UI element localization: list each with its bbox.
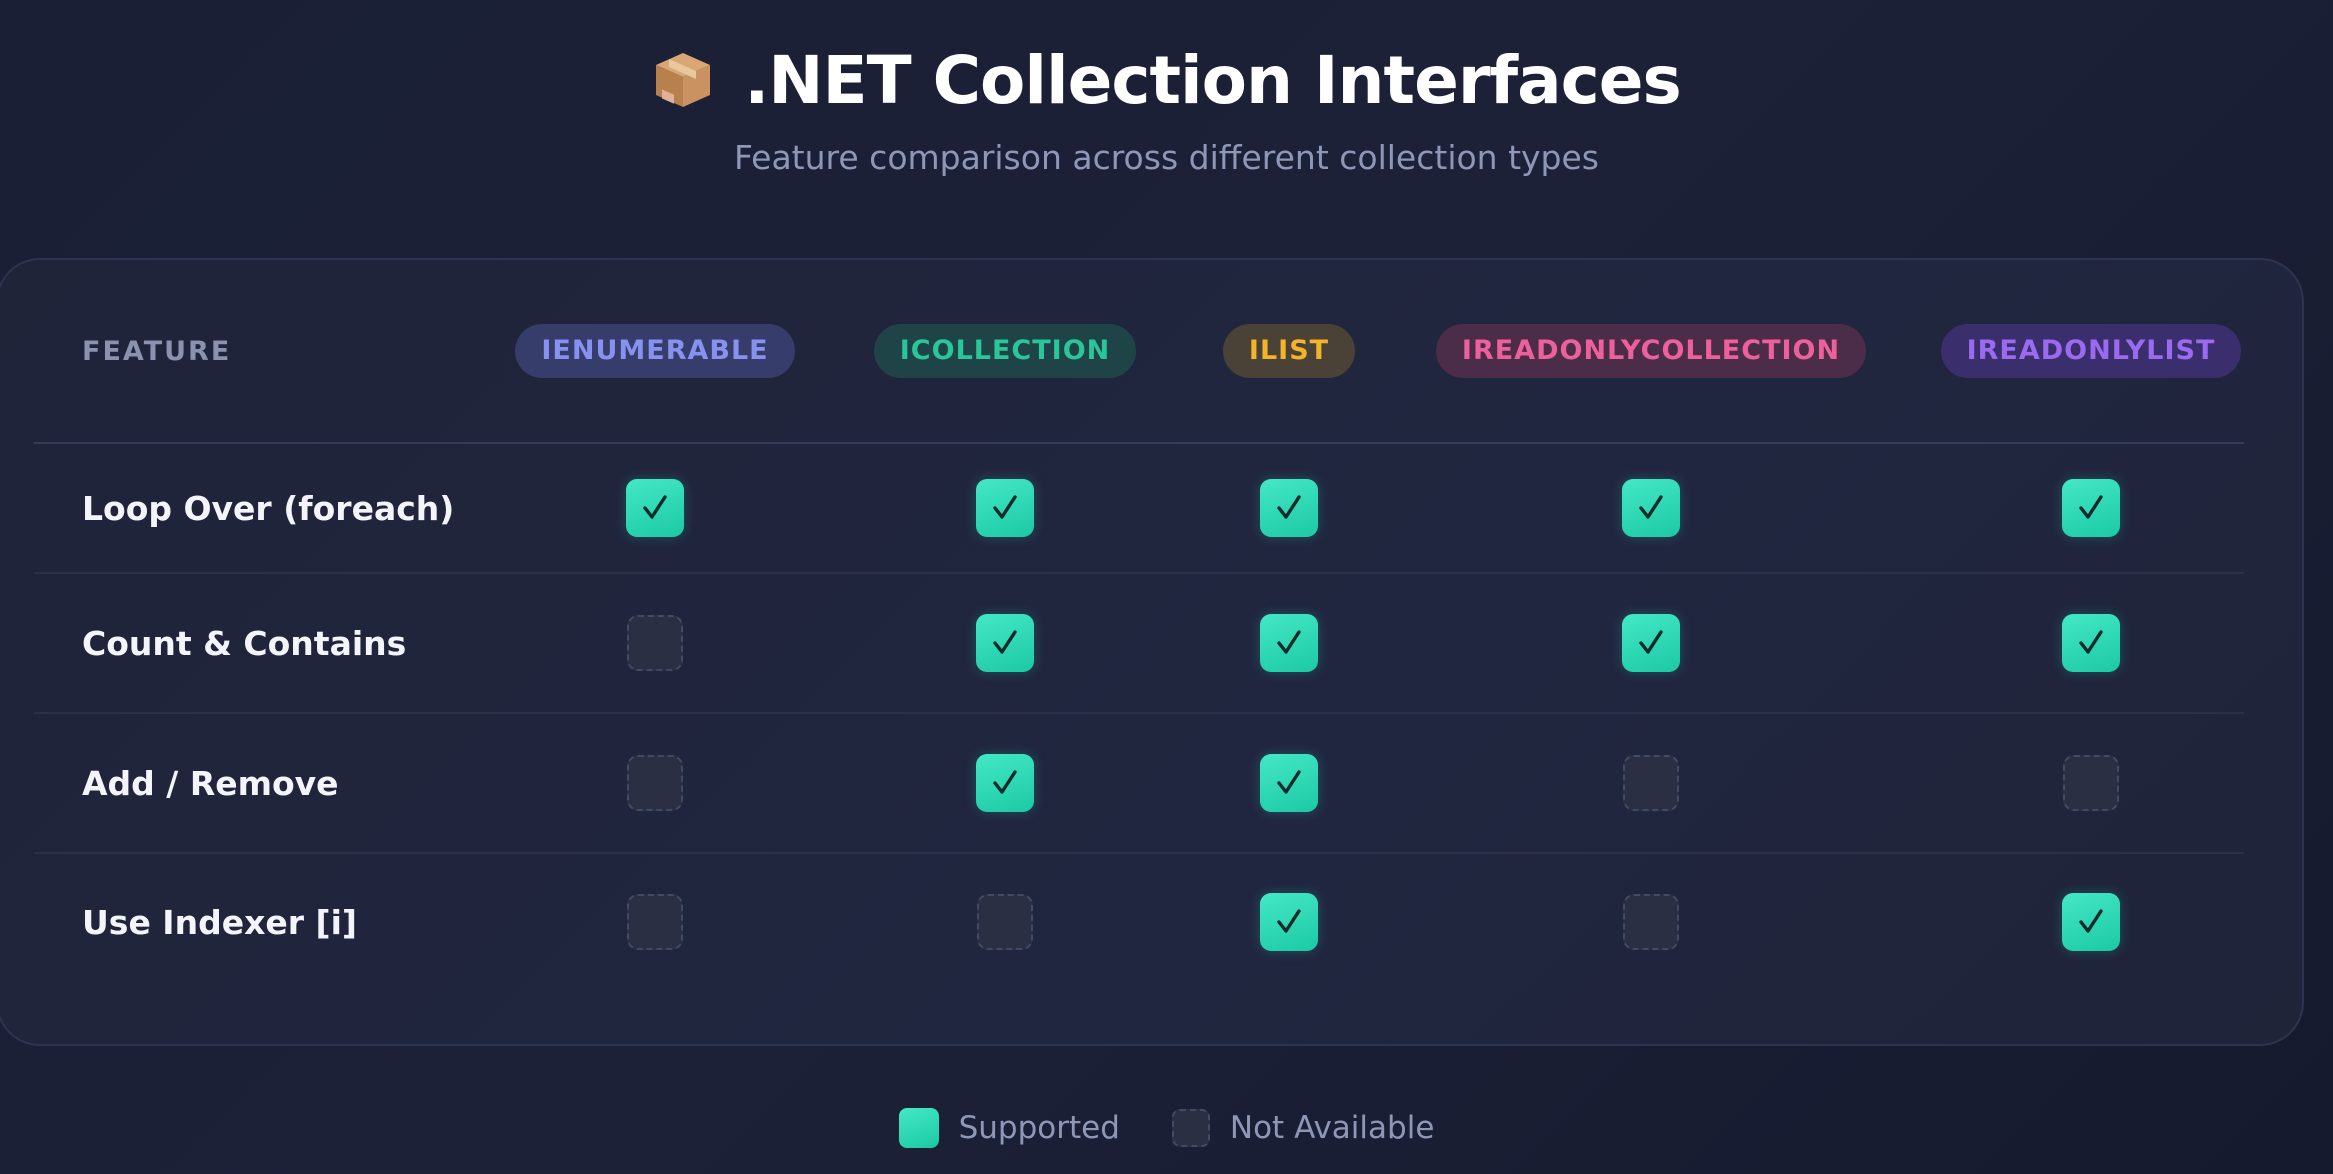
column-pill-icollection: ICOLLECTION (873, 324, 1137, 378)
package-icon (652, 49, 714, 111)
not-available-icon (627, 615, 683, 671)
status-cell-ireadonlycollection (1466, 574, 1836, 712)
feature-label: Add / Remove (82, 763, 339, 803)
not-available-icon (627, 755, 683, 811)
table-header-row: FEATURE IENUMERABLE ICOLLECTION ILIST IR… (34, 260, 2244, 444)
comparison-card: FEATURE IENUMERABLE ICOLLECTION ILIST IR… (0, 258, 2304, 1046)
status-cell-ilist (1104, 574, 1474, 712)
table-row: Loop Over (foreach) (34, 444, 2244, 574)
check-icon (626, 479, 684, 537)
check-icon (976, 754, 1034, 812)
table-row: Add / Remove (34, 714, 2244, 854)
not-available-icon (1623, 755, 1679, 811)
page-title: .NET Collection Interfaces (744, 41, 1682, 119)
status-cell-ireadonlylist (1906, 574, 2276, 712)
comparison-table: FEATURE IENUMERABLE ICOLLECTION ILIST IR… (34, 260, 2244, 990)
column-header-cell: IREADONLYLIST (1906, 260, 2276, 442)
status-cell-ireadonlylist (1906, 714, 2276, 852)
feature-label: Use Indexer [i] (82, 902, 357, 942)
legend-item-not-available: Not Available (1171, 1109, 1435, 1147)
table-row: Use Indexer [i] (34, 854, 2244, 990)
column-header-cell: IREADONLYCOLLECTION (1435, 260, 1867, 442)
check-icon (1260, 614, 1318, 672)
check-icon (2062, 479, 2120, 537)
not-available-icon (977, 894, 1033, 950)
check-icon (976, 479, 1034, 537)
legend: Supported Not Available (0, 1108, 2333, 1148)
header: .NET Collection Interfaces Feature compa… (0, 30, 2333, 177)
check-icon (1622, 614, 1680, 672)
not-available-icon (627, 894, 683, 950)
check-icon (2062, 614, 2120, 672)
check-icon (1260, 754, 1318, 812)
table-row: Count & Contains (34, 574, 2244, 714)
check-icon (1260, 479, 1318, 537)
status-cell-ienumerable (470, 444, 840, 572)
status-cell-ienumerable (470, 574, 840, 712)
status-cell-ienumerable (470, 714, 840, 852)
legend-item-supported: Supported (898, 1108, 1120, 1148)
not-available-icon (2063, 755, 2119, 811)
legend-label-not-available: Not Available (1229, 1110, 1435, 1146)
column-pill-ienumerable: IENUMERABLE (515, 324, 795, 378)
title-row: .NET Collection Interfaces (0, 30, 2333, 130)
check-icon (1622, 479, 1680, 537)
status-cell-ireadonlylist (1906, 444, 2276, 572)
status-cell-ireadonlylist (1906, 854, 2276, 990)
status-cell-ireadonlycollection (1466, 444, 1836, 572)
column-header-cell: ILIST (1104, 260, 1474, 442)
status-cell-ilist (1104, 444, 1474, 572)
not-available-swatch (1171, 1109, 1210, 1147)
page-subtitle: Feature comparison across different coll… (733, 138, 1599, 177)
column-pill-ireadonlylist: IREADONLYLIST (1940, 324, 2242, 378)
column-pill-ilist: ILIST (1222, 324, 1356, 378)
check-icon (2062, 893, 2120, 951)
column-header-cell: IENUMERABLE (470, 260, 840, 442)
legend-label-supported: Supported (958, 1110, 1120, 1146)
column-pill-ireadonlycollection: IREADONLYCOLLECTION (1435, 324, 1867, 378)
status-cell-ireadonlycollection (1466, 854, 1836, 990)
feature-label: Loop Over (foreach) (82, 488, 455, 528)
status-cell-ilist (1104, 714, 1474, 852)
check-icon (1260, 893, 1318, 951)
feature-label: Count & Contains (82, 623, 407, 663)
feature-column-header: FEATURE (82, 335, 232, 367)
not-available-icon (1623, 894, 1679, 950)
supported-swatch (898, 1108, 939, 1148)
status-cell-ilist (1104, 854, 1474, 990)
status-cell-ienumerable (470, 854, 840, 990)
status-cell-ireadonlycollection (1466, 714, 1836, 852)
check-icon (976, 614, 1034, 672)
